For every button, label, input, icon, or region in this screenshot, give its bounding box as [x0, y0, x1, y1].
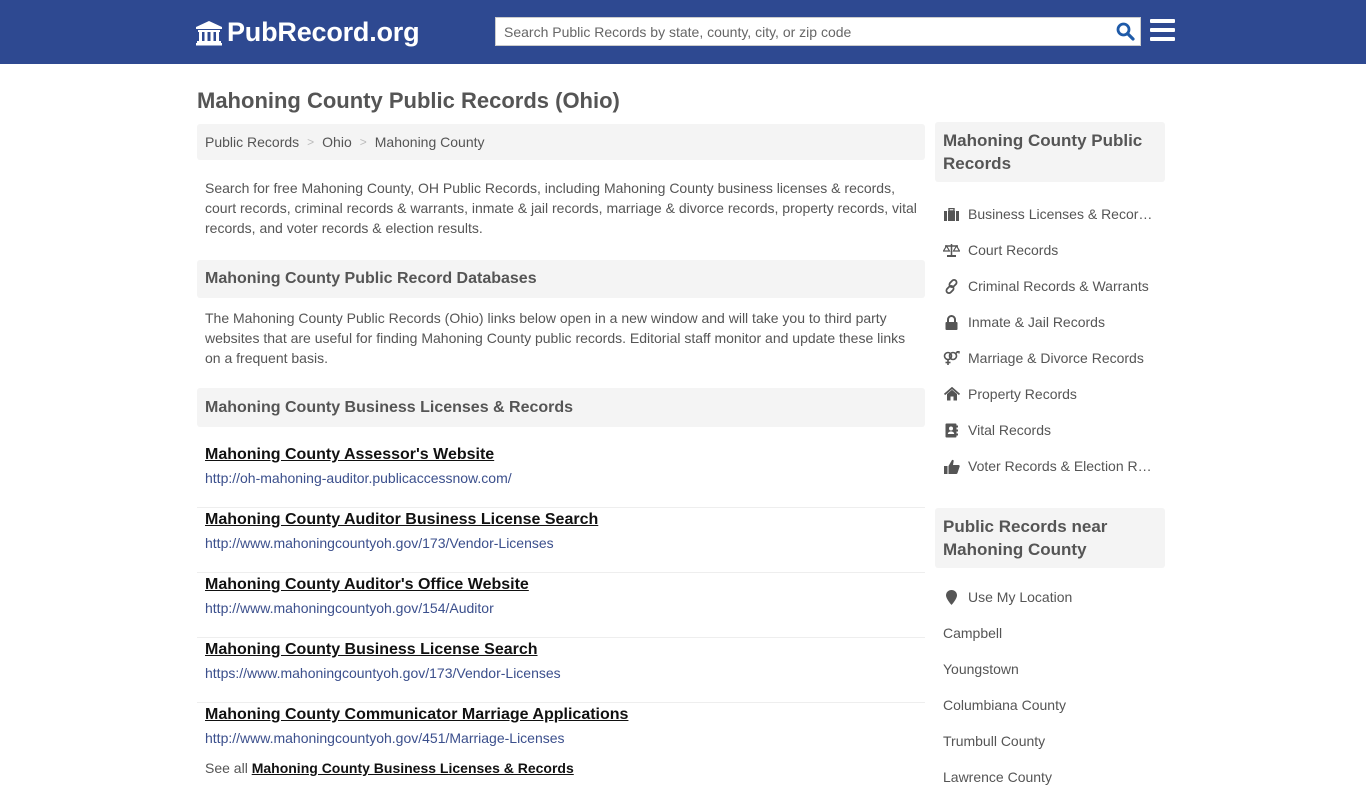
- sidebar-item-label: Marriage & Divorce Records: [968, 350, 1144, 366]
- link-icon: [943, 278, 960, 294]
- near-list: Use My Location Campbell Youngstown Colu…: [935, 579, 1165, 795]
- lock-icon: [943, 314, 960, 330]
- databases-heading: Mahoning County Public Record Databases: [197, 260, 925, 298]
- business-links-list: Mahoning County Assessor's Website http:…: [197, 443, 925, 760]
- main-content: Public Records > Ohio > Mahoning County …: [197, 124, 925, 776]
- intro-text: Search for free Mahoning County, OH Publ…: [205, 180, 917, 236]
- bank-icon: [196, 20, 222, 45]
- near-item-columbiana-county[interactable]: Columbiana County: [935, 687, 1165, 723]
- home-icon: [943, 386, 960, 402]
- list-item: Mahoning County Assessor's Website http:…: [197, 443, 925, 508]
- list-item: Mahoning County Auditor's Office Website…: [197, 573, 925, 638]
- menu-bar: [1150, 19, 1175, 23]
- page-title: Mahoning County Public Records (Ohio): [197, 88, 620, 113]
- record-link-title[interactable]: Mahoning County Auditor's Office Website: [205, 573, 917, 594]
- record-link-url[interactable]: http://www.mahoningcountyoh.gov/173/Vend…: [205, 535, 917, 551]
- breadcrumb-separator: >: [359, 135, 367, 149]
- sidebar-item-business-licenses[interactable]: Business Licenses & Records: [935, 196, 1165, 232]
- sidebar-near-heading: Public Records near Mahoning County: [935, 508, 1165, 568]
- balance-scale-icon: [943, 242, 960, 258]
- near-item-trumbull-county[interactable]: Trumbull County: [935, 723, 1165, 759]
- sidebar-item-label: Criminal Records & Warrants: [968, 278, 1149, 294]
- hamburger-menu-button[interactable]: [1150, 19, 1175, 41]
- see-all-row: See all Mahoning County Business License…: [197, 760, 925, 776]
- breadcrumb-ohio[interactable]: Ohio: [322, 134, 352, 150]
- sidebar-item-label: Business Licenses & Records: [968, 206, 1153, 222]
- search-icon: [1116, 22, 1135, 41]
- breadcrumb: Public Records > Ohio > Mahoning County: [197, 124, 925, 160]
- sidebar-item-label: Voter Records & Election Results: [968, 458, 1153, 474]
- see-all-link[interactable]: Mahoning County Business Licenses & Reco…: [252, 760, 574, 776]
- list-item: Mahoning County Auditor Business License…: [197, 508, 925, 573]
- sidebar-item-label: Property Records: [968, 386, 1077, 402]
- sidebar-item-voter-records[interactable]: Voter Records & Election Results: [935, 448, 1165, 484]
- sidebar-item-court-records[interactable]: Court Records: [935, 232, 1165, 268]
- site-logo[interactable]: PubRecord.org: [195, 17, 420, 48]
- record-link-title[interactable]: Mahoning County Auditor Business License…: [205, 508, 917, 529]
- breadcrumb-public-records[interactable]: Public Records: [205, 134, 299, 150]
- record-link-url[interactable]: http://www.mahoningcountyoh.gov/154/Audi…: [205, 600, 917, 616]
- sidebar-item-label: Vital Records: [968, 422, 1052, 438]
- business-heading: Mahoning County Business Licenses & Reco…: [197, 388, 925, 427]
- sidebar-item-label: Court Records: [968, 242, 1059, 258]
- record-link-url[interactable]: https://www.mahoningcountyoh.gov/173/Ven…: [205, 665, 917, 681]
- see-all-prefix: See all: [205, 760, 248, 776]
- address-book-icon: [943, 422, 960, 438]
- search-box: [495, 17, 1141, 46]
- use-my-location-label: Use My Location: [968, 589, 1073, 605]
- thumbs-up-icon: [943, 458, 960, 474]
- record-link-title[interactable]: Mahoning County Business License Search: [205, 638, 917, 659]
- breadcrumb-mahoning-county[interactable]: Mahoning County: [375, 134, 485, 150]
- near-item-youngstown[interactable]: Youngstown: [935, 651, 1165, 687]
- list-item: Mahoning County Communicator Marriage Ap…: [197, 703, 925, 760]
- sidebar-item-property-records[interactable]: Property Records: [935, 376, 1165, 412]
- near-item-lawrence-county[interactable]: Lawrence County: [935, 759, 1165, 795]
- sidebar-item-vital-records[interactable]: Vital Records: [935, 412, 1165, 448]
- sidebar-records-list: Business Licenses & Records Court Record…: [935, 196, 1165, 484]
- sidebar-records-heading: Mahoning County Public Records: [935, 122, 1165, 182]
- record-link-url[interactable]: http://www.mahoningcountyoh.gov/451/Marr…: [205, 730, 917, 746]
- sidebar-item-marriage-records[interactable]: Marriage & Divorce Records: [935, 340, 1165, 376]
- databases-description: The Mahoning County Public Records (Ohio…: [205, 310, 906, 366]
- sidebar-item-label: Inmate & Jail Records: [968, 314, 1105, 330]
- sidebar: Mahoning County Public Records Business …: [935, 122, 1165, 795]
- search-input[interactable]: [496, 18, 1110, 45]
- near-item-campbell[interactable]: Campbell: [935, 615, 1165, 651]
- menu-bar: [1150, 28, 1175, 32]
- search-button[interactable]: [1110, 18, 1140, 45]
- logo-text: PubRecord.org: [227, 17, 420, 47]
- briefcase-icon: [943, 206, 960, 222]
- record-link-title[interactable]: Mahoning County Assessor's Website: [205, 443, 917, 464]
- record-link-url[interactable]: http://oh-mahoning-auditor.publicaccessn…: [205, 470, 917, 486]
- list-item: Mahoning County Business License Search …: [197, 638, 925, 703]
- sidebar-item-inmate-records[interactable]: Inmate & Jail Records: [935, 304, 1165, 340]
- sidebar-item-criminal-records[interactable]: Criminal Records & Warrants: [935, 268, 1165, 304]
- map-marker-icon: [943, 589, 960, 605]
- breadcrumb-separator: >: [307, 135, 315, 149]
- record-link-title[interactable]: Mahoning County Communicator Marriage Ap…: [205, 703, 917, 724]
- venus-mars-icon: [943, 350, 960, 366]
- menu-bar: [1150, 37, 1175, 41]
- top-navbar: PubRecord.org: [0, 0, 1366, 64]
- use-my-location-button[interactable]: Use My Location: [935, 579, 1165, 615]
